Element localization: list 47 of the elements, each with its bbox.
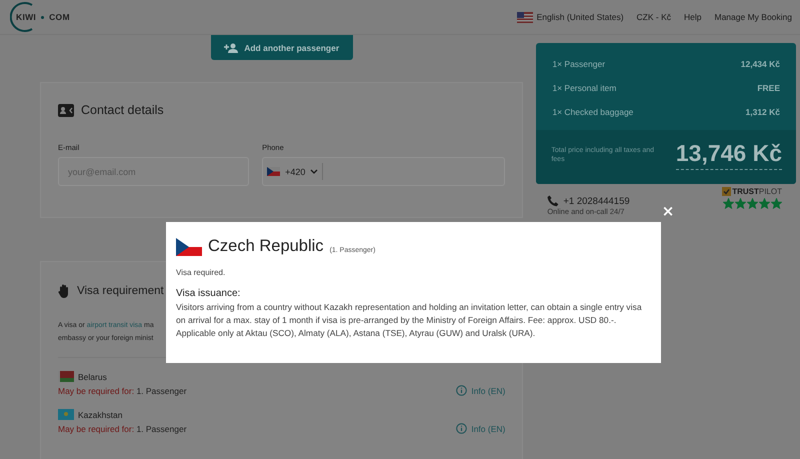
requirement-text: May be required for: 1. Passenger [58, 424, 187, 434]
total-price: 13,746 Kč [676, 140, 782, 170]
info-icon [456, 423, 468, 434]
flag-icon [176, 238, 202, 256]
visa-status: Visa required. [176, 268, 226, 277]
info-link[interactable]: Info (EN) [456, 423, 506, 434]
dot-icon [41, 16, 44, 18]
star-icon [771, 198, 782, 209]
section-title: Visa requirement [77, 285, 164, 297]
nav-link[interactable]: Help [684, 12, 702, 22]
kiwi-logo[interactable]: KIWI COM [10, 1, 70, 33]
language-selector[interactable]: English (United States) [516, 12, 624, 22]
price-value: 1,312 Kč [746, 107, 780, 117]
check-icon [722, 187, 732, 196]
info-icon [456, 385, 468, 396]
visa-description: Visitors arriving from a country without Kazakh representation and holding an invitation letter, can obtain a single entry visa on arrival for a max. stay of 1 month if visa is pre-arranged by the Ministry of Foreign Affairs. Fee: approx. USD 80.-. Applicable only at Aktau (SCO), Almaty (ALA), Astana (TSE), Atyrau (GUW) and Uralsk (URA). [176, 301, 643, 340]
close-button[interactable]: × [661, 203, 675, 219]
section-heading: Visa issuance: [176, 288, 242, 299]
star-icon [735, 198, 746, 209]
price-label: 1× Personal item [552, 83, 616, 93]
phone-number: +1 2028444159 [563, 196, 630, 206]
price-label: 1× Checked baggage [552, 107, 634, 117]
logo-text: COM [49, 12, 70, 22]
hand-icon [58, 284, 70, 298]
section-title: Contact details [81, 103, 164, 117]
person-add-icon [224, 42, 238, 52]
price-value: FREE [757, 83, 780, 93]
phone-icon [547, 195, 560, 207]
nav-link[interactable]: Manage My Booking [714, 12, 792, 22]
flag-icon [58, 371, 74, 382]
info-link[interactable]: Info (EN) [456, 385, 506, 396]
star-icon [759, 198, 770, 209]
requirement-text: May be required for: 1. Passenger [58, 386, 187, 396]
country-name: Kazakhstan [78, 410, 122, 420]
currency-selector[interactable]: CZK - Kč [636, 12, 672, 22]
price-label: 1× Passenger [552, 59, 606, 69]
country-name: Belarus [78, 372, 107, 382]
star-icon [723, 198, 734, 209]
star-icon [747, 198, 758, 209]
country-title: Czech Republic [208, 237, 324, 256]
logo-text: KIWI [16, 12, 36, 22]
contact-card-icon [58, 104, 74, 116]
price-value: 12,434 Kč [740, 59, 780, 69]
trustpilot-logo: TRUSTPILOT [732, 187, 782, 196]
flag-icon [516, 12, 533, 22]
flag-icon [58, 409, 74, 420]
add-passenger-button[interactable]: Add another passenger [210, 35, 353, 60]
